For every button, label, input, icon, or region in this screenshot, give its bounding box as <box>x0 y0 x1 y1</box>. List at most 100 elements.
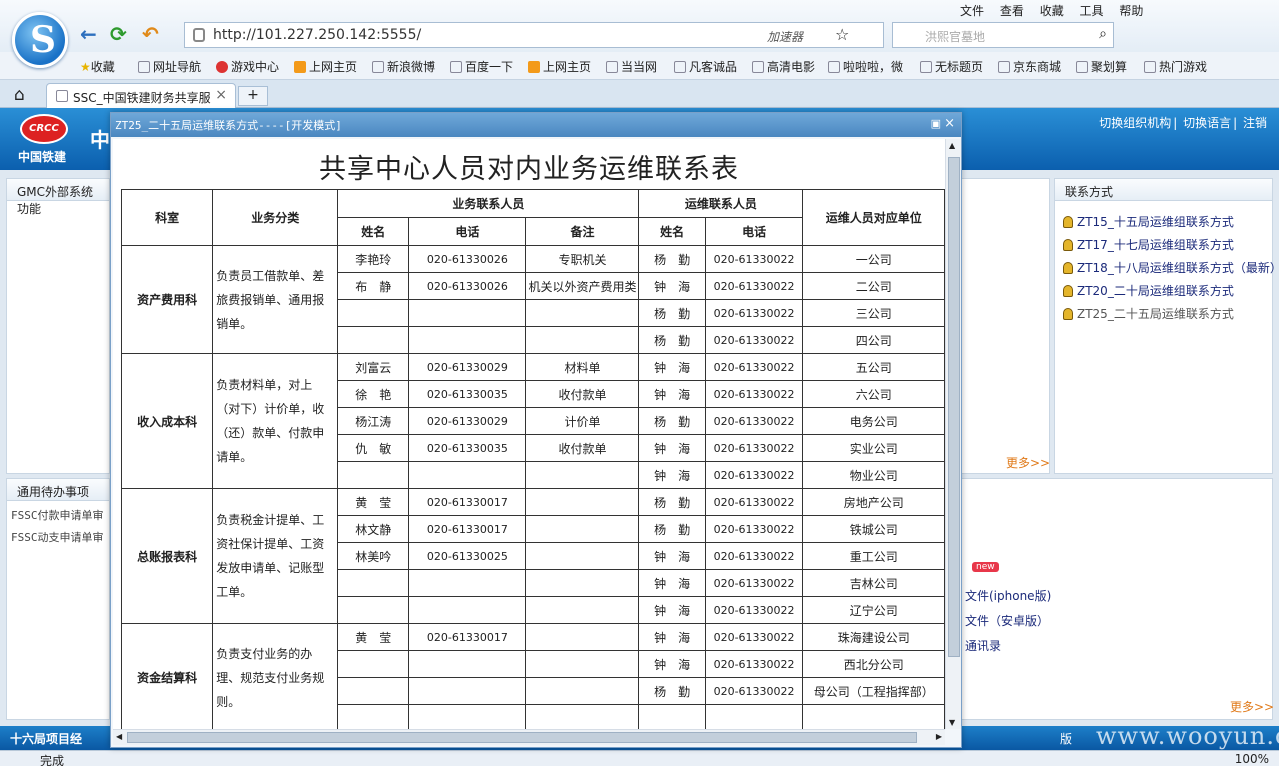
search-box[interactable]: 洪熙官墓地 ⌕ <box>892 22 1114 48</box>
fav-item[interactable]: 京东商城 <box>998 58 1061 75</box>
fav-item[interactable]: 百度一下 <box>450 58 513 75</box>
switch-org-link[interactable]: 切换组织机构 <box>1099 116 1171 130</box>
logout-link[interactable]: 注销 <box>1243 116 1267 130</box>
panel-title: 通用待办事项 <box>7 479 109 501</box>
address-bar[interactable]: http://101.227.250.142:5555/ 加速器 ☆ <box>184 22 884 48</box>
ops-phone-cell: 020-61330022 <box>704 380 804 408</box>
tab-ssc[interactable]: SSC_中国铁建财务共享服 × <box>46 83 236 108</box>
contact-link[interactable]: ZT15_十五局运维组联系方式 <box>1055 207 1272 230</box>
page-icon <box>752 61 764 73</box>
category-cell: 负责支付业务的办理、规范支付业务规则。 <box>212 623 339 729</box>
search-icon[interactable]: ⌕ <box>1099 26 1107 42</box>
globe-icon <box>138 61 150 73</box>
dept-cell: 收入成本科 <box>120 353 214 489</box>
fav-item[interactable]: 当当网 <box>606 58 657 75</box>
maximize-icon[interactable]: ▣ <box>931 117 941 130</box>
header-name: 姓名 <box>638 217 706 246</box>
fav-item[interactable]: ★收藏 <box>80 58 115 75</box>
biz-name-cell <box>337 299 410 327</box>
biz-phone-cell <box>408 596 527 624</box>
fav-item[interactable]: 热门游戏 <box>1144 58 1207 75</box>
menu-tools[interactable]: 工具 <box>1080 4 1104 18</box>
browser-logo-icon[interactable]: S <box>12 12 68 68</box>
ops-unit-cell: 辽宁公司 <box>802 596 945 624</box>
biz-name-cell: 仇 敏 <box>337 434 410 462</box>
biz-name-cell: 林美吟 <box>337 542 410 570</box>
close-icon[interactable]: × <box>944 116 955 131</box>
header-phone: 电话 <box>408 217 527 246</box>
scroll-thumb[interactable] <box>127 732 917 743</box>
dept-cell: 资产费用科 <box>120 245 214 354</box>
ops-phone-cell: 020-61330022 <box>704 245 804 273</box>
scroll-right-icon[interactable]: ▶ <box>936 732 942 741</box>
contact-link[interactable]: ZT18_十八局运维组联系方式（最新） <box>1055 253 1279 276</box>
menu-help[interactable]: 帮助 <box>1119 4 1143 18</box>
ops-unit-cell: 六公司 <box>802 380 945 408</box>
undo-icon[interactable]: ↶ <box>142 22 159 46</box>
scroll-up-icon[interactable]: ▲ <box>949 141 955 150</box>
fav-item[interactable]: 聚划算 <box>1076 58 1127 75</box>
close-icon[interactable]: × <box>215 87 227 103</box>
dept-cell: 总账报表科 <box>120 488 214 624</box>
biz-name-cell: 布 静 <box>337 272 410 300</box>
fav-item[interactable]: 上网主页 <box>528 58 591 75</box>
category-cell: 负责员工借款单、差旅费报销单、通用报销单。 <box>212 245 339 354</box>
fav-item[interactable]: 网址导航 <box>138 58 201 75</box>
fav-item[interactable]: 高清电影 <box>752 58 815 75</box>
ops-unit-cell: 吉林公司 <box>802 569 945 597</box>
more-link[interactable]: 更多>> <box>1006 454 1050 471</box>
accelerator-label[interactable]: 加速器 <box>767 28 803 45</box>
ops-name-cell: 杨 勤 <box>638 515 706 543</box>
header-ops-contact: 运维联系人员 <box>638 189 804 218</box>
app-link[interactable]: 通讯录 <box>965 637 1001 654</box>
fav-item[interactable]: 新浪微博 <box>372 58 435 75</box>
new-tab-button[interactable]: + <box>238 86 268 106</box>
todo-item[interactable]: FSSC动支申请单审 <box>7 523 109 545</box>
search-input[interactable]: 洪熙官墓地 <box>925 28 985 45</box>
app-link[interactable]: 文件(iphone版) <box>965 587 1051 604</box>
url-text[interactable]: http://101.227.250.142:5555/ <box>213 27 421 43</box>
home-icon[interactable]: ⌂ <box>14 85 25 105</box>
app-link[interactable]: 文件（安卓版） <box>965 612 1049 629</box>
back-arrow-icon[interactable]: ← <box>80 22 97 46</box>
zoom-level[interactable]: 100% <box>1235 752 1269 766</box>
fav-item[interactable]: 上网主页 <box>294 58 357 75</box>
menu-favorites[interactable]: 收藏 <box>1040 4 1064 18</box>
fav-item[interactable]: 凡客诚品 <box>674 58 737 75</box>
scroll-left-icon[interactable]: ◀ <box>116 732 122 741</box>
fav-item[interactable]: 啦啦啦，微 <box>828 58 903 75</box>
horizontal-scrollbar[interactable]: ◀ ▶ <box>113 729 945 745</box>
scroll-thumb[interactable] <box>948 157 960 657</box>
scroll-down-icon[interactable]: ▼ <box>949 718 955 727</box>
refresh-icon[interactable]: ⟳ <box>110 22 127 46</box>
contact-link[interactable]: ZT20_二十局运维组联系方式 <box>1055 276 1272 299</box>
switch-language-link[interactable]: 切换语言 <box>1183 116 1231 130</box>
fav-item[interactable]: 游戏中心 <box>216 58 279 75</box>
star-icon[interactable]: ☆ <box>835 25 849 44</box>
category-cell: 负责税金计提单、工资社保计提单、工资发放申请单、记账型工单。 <box>212 488 339 624</box>
todo-item[interactable]: FSSC付款申请单审 <box>7 501 109 523</box>
person-icon <box>1063 308 1073 320</box>
ops-unit-cell: 铁城公司 <box>802 515 945 543</box>
biz-note-cell <box>525 299 640 327</box>
header-category: 业务分类 <box>212 189 339 246</box>
ops-unit-cell: 母公司（工程指挥部） <box>802 677 945 705</box>
biz-phone-cell: 020-61330029 <box>408 407 527 435</box>
table-row: 收入成本科 负责材料单，对上（对下）计价单，收（还）款单、付款申请单。 刘富云 020… <box>120 353 945 489</box>
biz-phone-cell: 020-61330026 <box>408 245 527 273</box>
more-link[interactable]: 更多>> <box>1230 698 1274 715</box>
ops-phone-cell: 020-61330022 <box>704 569 804 597</box>
ops-name-cell: 钟 海 <box>638 272 706 300</box>
contact-link[interactable]: ZT17_十七局运维组联系方式 <box>1055 230 1272 253</box>
vertical-scrollbar[interactable]: ▲ ▼ <box>945 139 961 729</box>
menu-file[interactable]: 文件 <box>960 4 984 18</box>
biz-phone-cell <box>408 326 527 354</box>
dialog-titlebar[interactable]: ZT25_二十五局运维联系方式----[开发模式] ▣ × <box>111 113 961 137</box>
bottom-right-text: 版 <box>1060 732 1073 746</box>
fav-item[interactable]: 无标题页 <box>920 58 983 75</box>
header-phone: 电话 <box>704 217 804 246</box>
contact-link[interactable]: ZT25_二十五局运维联系方式 <box>1055 299 1272 322</box>
ops-unit-cell: 一公司 <box>802 245 945 273</box>
menu-view[interactable]: 查看 <box>1000 4 1024 18</box>
gmc-panel: GMC外部系统功能 <box>6 178 110 474</box>
